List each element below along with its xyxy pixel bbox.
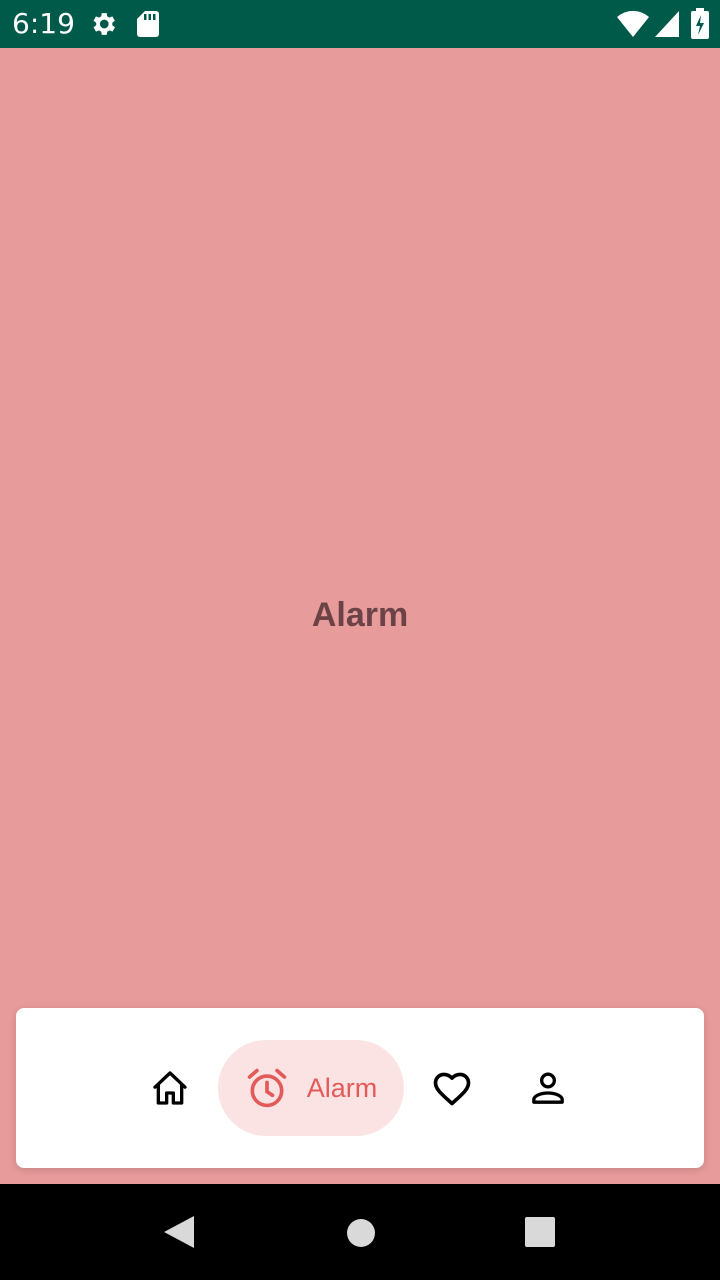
page-title: Alarm (311, 596, 409, 634)
bottom-navigation: Alarm (16, 1008, 704, 1168)
wifi-icon (617, 10, 649, 38)
nav-item-home[interactable] (146, 1064, 194, 1112)
nav-item-profile[interactable] (524, 1064, 572, 1112)
recents-icon[interactable] (524, 1216, 556, 1248)
alarm-clock-icon (247, 1068, 286, 1108)
back-icon[interactable] (162, 1214, 196, 1250)
status-bar: 6:19 (0, 0, 720, 48)
home-circle-icon[interactable] (346, 1218, 376, 1248)
nav-item-alarm[interactable]: Alarm (218, 1040, 404, 1136)
gear-icon (93, 13, 115, 35)
battery-icon (691, 8, 709, 39)
signal-icon (655, 11, 679, 37)
heart-icon (433, 1072, 471, 1106)
profile-icon (532, 1072, 564, 1104)
status-time: 6:19 (12, 7, 75, 40)
sd-card-icon (137, 11, 159, 37)
nav-item-alarm-label: Alarm (306, 1072, 378, 1103)
nav-item-favorites[interactable] (428, 1064, 476, 1112)
home-icon (153, 1071, 187, 1105)
